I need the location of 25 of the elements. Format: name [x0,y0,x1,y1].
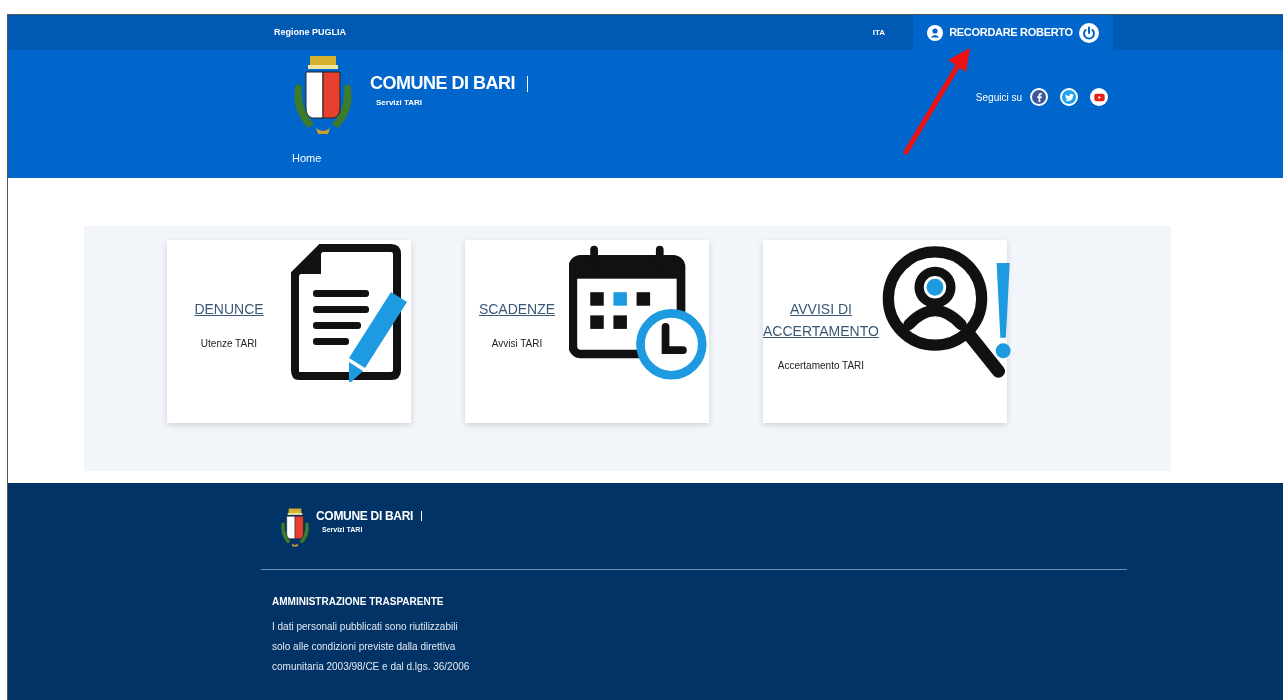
service-description: Utenze TARI [200,337,258,351]
service-card[interactable]: SCADENZE Avvisi TARI [465,240,709,423]
service-description: Avvisi TARI [491,337,543,351]
site-title[interactable]: COMUNE DI BARI [370,70,515,97]
service-card[interactable]: DENUNCE Utenze TARI [167,240,411,423]
youtube-icon[interactable] [1090,88,1108,106]
coat-of-arms-drawing [278,507,312,549]
service-link[interactable]: AVVISI DI ACCERTAMENTO [763,298,879,342]
social-label: Seguici su [975,91,1022,105]
facebook-icon[interactable] [1030,88,1048,106]
twitter-icon[interactable] [1060,88,1078,106]
nav-link[interactable]: Home [292,150,322,167]
service-link[interactable]: SCADENZE [478,298,556,320]
footer-paragraph: I dati personali pubblicati sono riutilizzabili solo alle condizioni previste dalla direttiva comunitaria 2003/98/CE e dal d.lgs. 36/2006 [272,620,471,674]
user-menu[interactable]: RECORDARE ROBERTO [913,15,1113,50]
footer-title: COMUNE DI BARI [316,508,414,525]
power-icon[interactable] [1078,22,1099,43]
language-selector[interactable]: ITA [872,26,885,39]
service-link[interactable]: DENUNCE [194,298,264,320]
site-subtitle: Servizi TARI [376,97,424,109]
user-icon [927,24,944,41]
user-name: RECORDARE ROBERTO [949,25,1073,41]
footer-section-title: AMMINISTRAZIONE TRASPARENTE [272,595,445,609]
service-description: Accertamento TARI [777,359,865,373]
region-label: Regione PUGLIA [274,25,346,39]
